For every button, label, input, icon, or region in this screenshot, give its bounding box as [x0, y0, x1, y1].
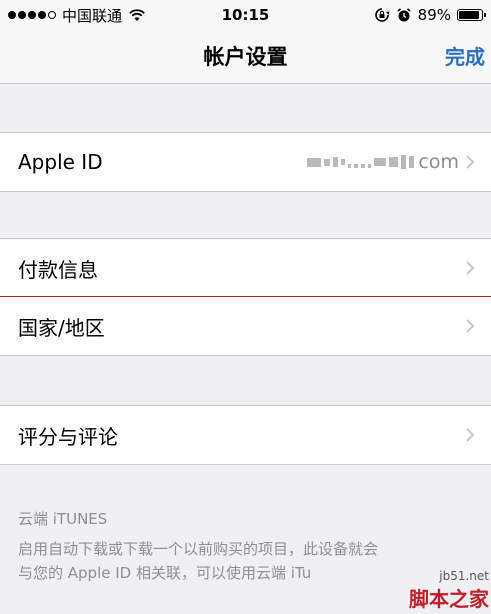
watermark-name: 脚本之家 — [409, 587, 489, 611]
battery-fill — [459, 11, 479, 19]
carrier-name: 中国联通 — [62, 6, 123, 25]
apple-id-label: Apple ID — [18, 150, 103, 174]
ratings-reviews-row[interactable]: 评分与评论 — [0, 406, 491, 464]
status-bar: 中国联通 10:15 89% — [0, 0, 491, 30]
ratings-reviews-label: 评分与评论 — [18, 424, 118, 449]
apple-id-domain: com — [418, 151, 459, 173]
status-right: 89% — [374, 6, 486, 24]
watermark-url: jb51.net — [439, 569, 489, 583]
chevron-right-icon — [466, 261, 475, 275]
signal-strength-icon — [8, 11, 56, 19]
country-region-row[interactable]: 国家/地区 — [0, 297, 491, 355]
ratings-group: 评分与评论 — [0, 405, 491, 465]
rotation-lock-icon — [374, 8, 390, 22]
alarm-icon — [397, 8, 411, 22]
redacted-email — [307, 155, 415, 169]
wifi-icon — [129, 9, 145, 21]
watermark: jb51.net 脚本之家 — [409, 569, 489, 612]
battery-percent: 89% — [417, 6, 451, 24]
payment-country-group: 付款信息 国家/地区 — [0, 238, 491, 356]
page-title: 帐户设置 — [203, 45, 288, 69]
done-button[interactable]: 完成 — [445, 30, 485, 84]
section-header: 云端 iTUNES — [18, 510, 108, 528]
chevron-right-icon — [466, 155, 475, 169]
apple-id-row[interactable]: Apple ID com — [0, 133, 491, 191]
apple-id-value: com — [307, 151, 459, 173]
section-description-line-1: 启用自动下载或下载一个以前购买的项目，此设备就会 — [18, 540, 379, 558]
status-left: 中国联通 — [8, 5, 374, 26]
chevron-right-icon — [466, 428, 475, 442]
chevron-right-icon — [466, 319, 475, 333]
country-region-label: 国家/地区 — [18, 315, 105, 340]
nav-bar: 帐户设置 完成 — [0, 30, 491, 84]
payment-info-label: 付款信息 — [18, 257, 98, 282]
payment-info-row[interactable]: 付款信息 — [0, 239, 491, 297]
battery-icon — [457, 9, 486, 21]
apple-id-group: Apple ID com — [0, 132, 491, 192]
